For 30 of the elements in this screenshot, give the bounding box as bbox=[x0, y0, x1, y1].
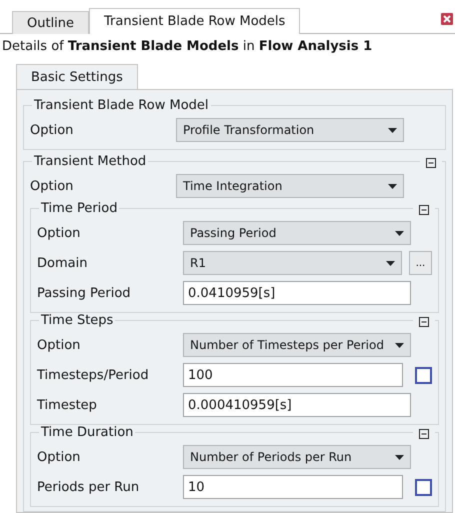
field-label: Option bbox=[30, 178, 74, 194]
input-field[interactable]: 0.0410959[s] bbox=[183, 281, 411, 305]
dropdown[interactable]: R1 bbox=[183, 251, 402, 275]
input-field[interactable]: 0.000410959[s] bbox=[183, 393, 411, 417]
field-label: Domain bbox=[37, 256, 88, 270]
browse-button[interactable]: ... bbox=[408, 251, 432, 275]
details-heading: Details of Transient Blade Models in Flow Analysis 1 bbox=[1, 38, 374, 56]
field-label: Option bbox=[30, 122, 74, 138]
dropdown[interactable]: Time Integration bbox=[176, 174, 404, 198]
tab[interactable]: Basic Settings bbox=[16, 64, 138, 89]
input-field[interactable]: 100 bbox=[183, 363, 404, 387]
field-label: Option bbox=[37, 226, 82, 240]
field-label: Periods per Run bbox=[37, 480, 140, 494]
group-title: Transient Blade Row Model bbox=[33, 98, 210, 113]
group-title: Time Duration bbox=[40, 425, 134, 440]
field-label: Passing Period bbox=[37, 286, 132, 300]
dropdown[interactable]: Number of Timesteps per Period bbox=[183, 333, 411, 357]
tab[interactable]: Transient Blade Row Models bbox=[89, 8, 300, 34]
dropdown[interactable]: Passing Period bbox=[183, 221, 411, 245]
field-label: Option bbox=[37, 338, 82, 352]
field-label: Option bbox=[37, 450, 82, 464]
dropdown[interactable]: Profile Transformation bbox=[176, 118, 404, 142]
input-field[interactable]: 10 bbox=[183, 475, 404, 499]
tab[interactable]: Outline bbox=[12, 11, 90, 34]
group-title: Time Steps bbox=[40, 313, 114, 328]
group-title: Time Period bbox=[40, 201, 118, 216]
field-label: Timestep bbox=[37, 398, 98, 412]
field-label: Timesteps/Period bbox=[37, 368, 150, 382]
group-title: Transient Method bbox=[33, 154, 148, 169]
dropdown[interactable]: Number of Periods per Run bbox=[183, 445, 411, 469]
